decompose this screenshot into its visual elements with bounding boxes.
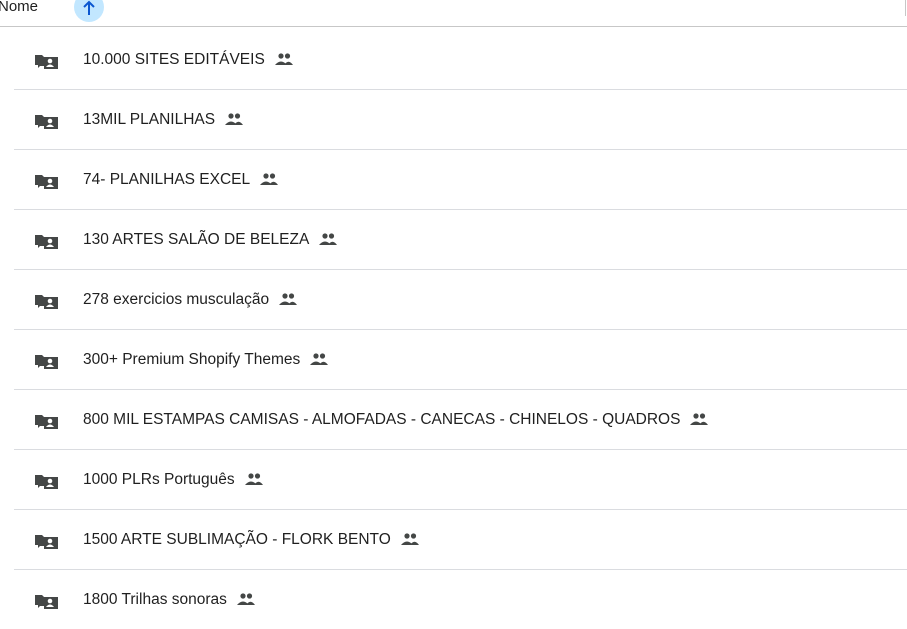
people-icon — [310, 353, 329, 365]
arrow-up-icon — [83, 0, 95, 15]
people-icon — [274, 53, 293, 65]
item-name: 1000 PLRs Português — [83, 471, 235, 488]
shared-folder-icon — [35, 415, 58, 429]
shared-folder-icon — [35, 355, 58, 369]
item-name: 800 MIL ESTAMPAS CAMISAS - ALMOFADAS - C… — [83, 411, 681, 428]
people-icon — [319, 233, 338, 245]
column-divider[interactable] — [905, 0, 906, 16]
item-name: 278 exercicios musculação — [83, 291, 270, 308]
list-item[interactable]: 130 ARTES SALÃO DE BELEZA — [14, 210, 907, 270]
item-name: 130 ARTES SALÃO DE BELEZA — [83, 231, 310, 248]
shared-folder-icon — [35, 535, 58, 549]
list-item[interactable]: 13MIL PLANILHAS — [14, 90, 907, 150]
item-name: 300+ Premium Shopify Themes — [83, 351, 301, 368]
shared-folder-icon — [35, 115, 58, 129]
shared-folder-icon — [35, 475, 58, 489]
shared-folder-icon — [35, 175, 58, 189]
file-list-header: Nome — [0, 0, 907, 27]
name-column-header[interactable]: Nome — [0, 0, 38, 15]
sort-button[interactable] — [74, 0, 104, 22]
people-icon — [400, 533, 419, 545]
shared-folder-icon — [35, 295, 58, 309]
shared-folder-icon — [35, 55, 58, 69]
list-item[interactable]: 1000 PLRs Português — [14, 450, 907, 510]
item-name: 74- PLANILHAS EXCEL — [83, 171, 251, 188]
shared-folder-icon — [35, 595, 58, 609]
item-name: 1500 ARTE SUBLIMAÇÃO - FLORK BENTO — [83, 531, 391, 548]
shared-folder-icon — [35, 235, 58, 249]
people-icon — [225, 113, 244, 125]
item-name: 1800 Trilhas sonoras — [83, 591, 227, 608]
list-item[interactable]: 1800 Trilhas sonoras — [14, 570, 907, 629]
list-item[interactable]: 1500 ARTE SUBLIMAÇÃO - FLORK BENTO — [14, 510, 907, 570]
item-name: 10.000 SITES EDITÁVEIS — [83, 51, 265, 68]
people-icon — [244, 473, 263, 485]
item-name: 13MIL PLANILHAS — [83, 111, 216, 128]
list-item[interactable]: 300+ Premium Shopify Themes — [14, 330, 907, 390]
list-item[interactable]: 278 exercicios musculação — [14, 270, 907, 330]
people-icon — [236, 593, 255, 605]
people-icon — [260, 173, 279, 185]
list-item[interactable]: 800 MIL ESTAMPAS CAMISAS - ALMOFADAS - C… — [14, 390, 907, 450]
people-icon — [690, 413, 709, 425]
people-icon — [279, 293, 298, 305]
list-item[interactable]: 74- PLANILHAS EXCEL — [14, 150, 907, 210]
list-item[interactable]: 10.000 SITES EDITÁVEIS — [14, 30, 907, 90]
